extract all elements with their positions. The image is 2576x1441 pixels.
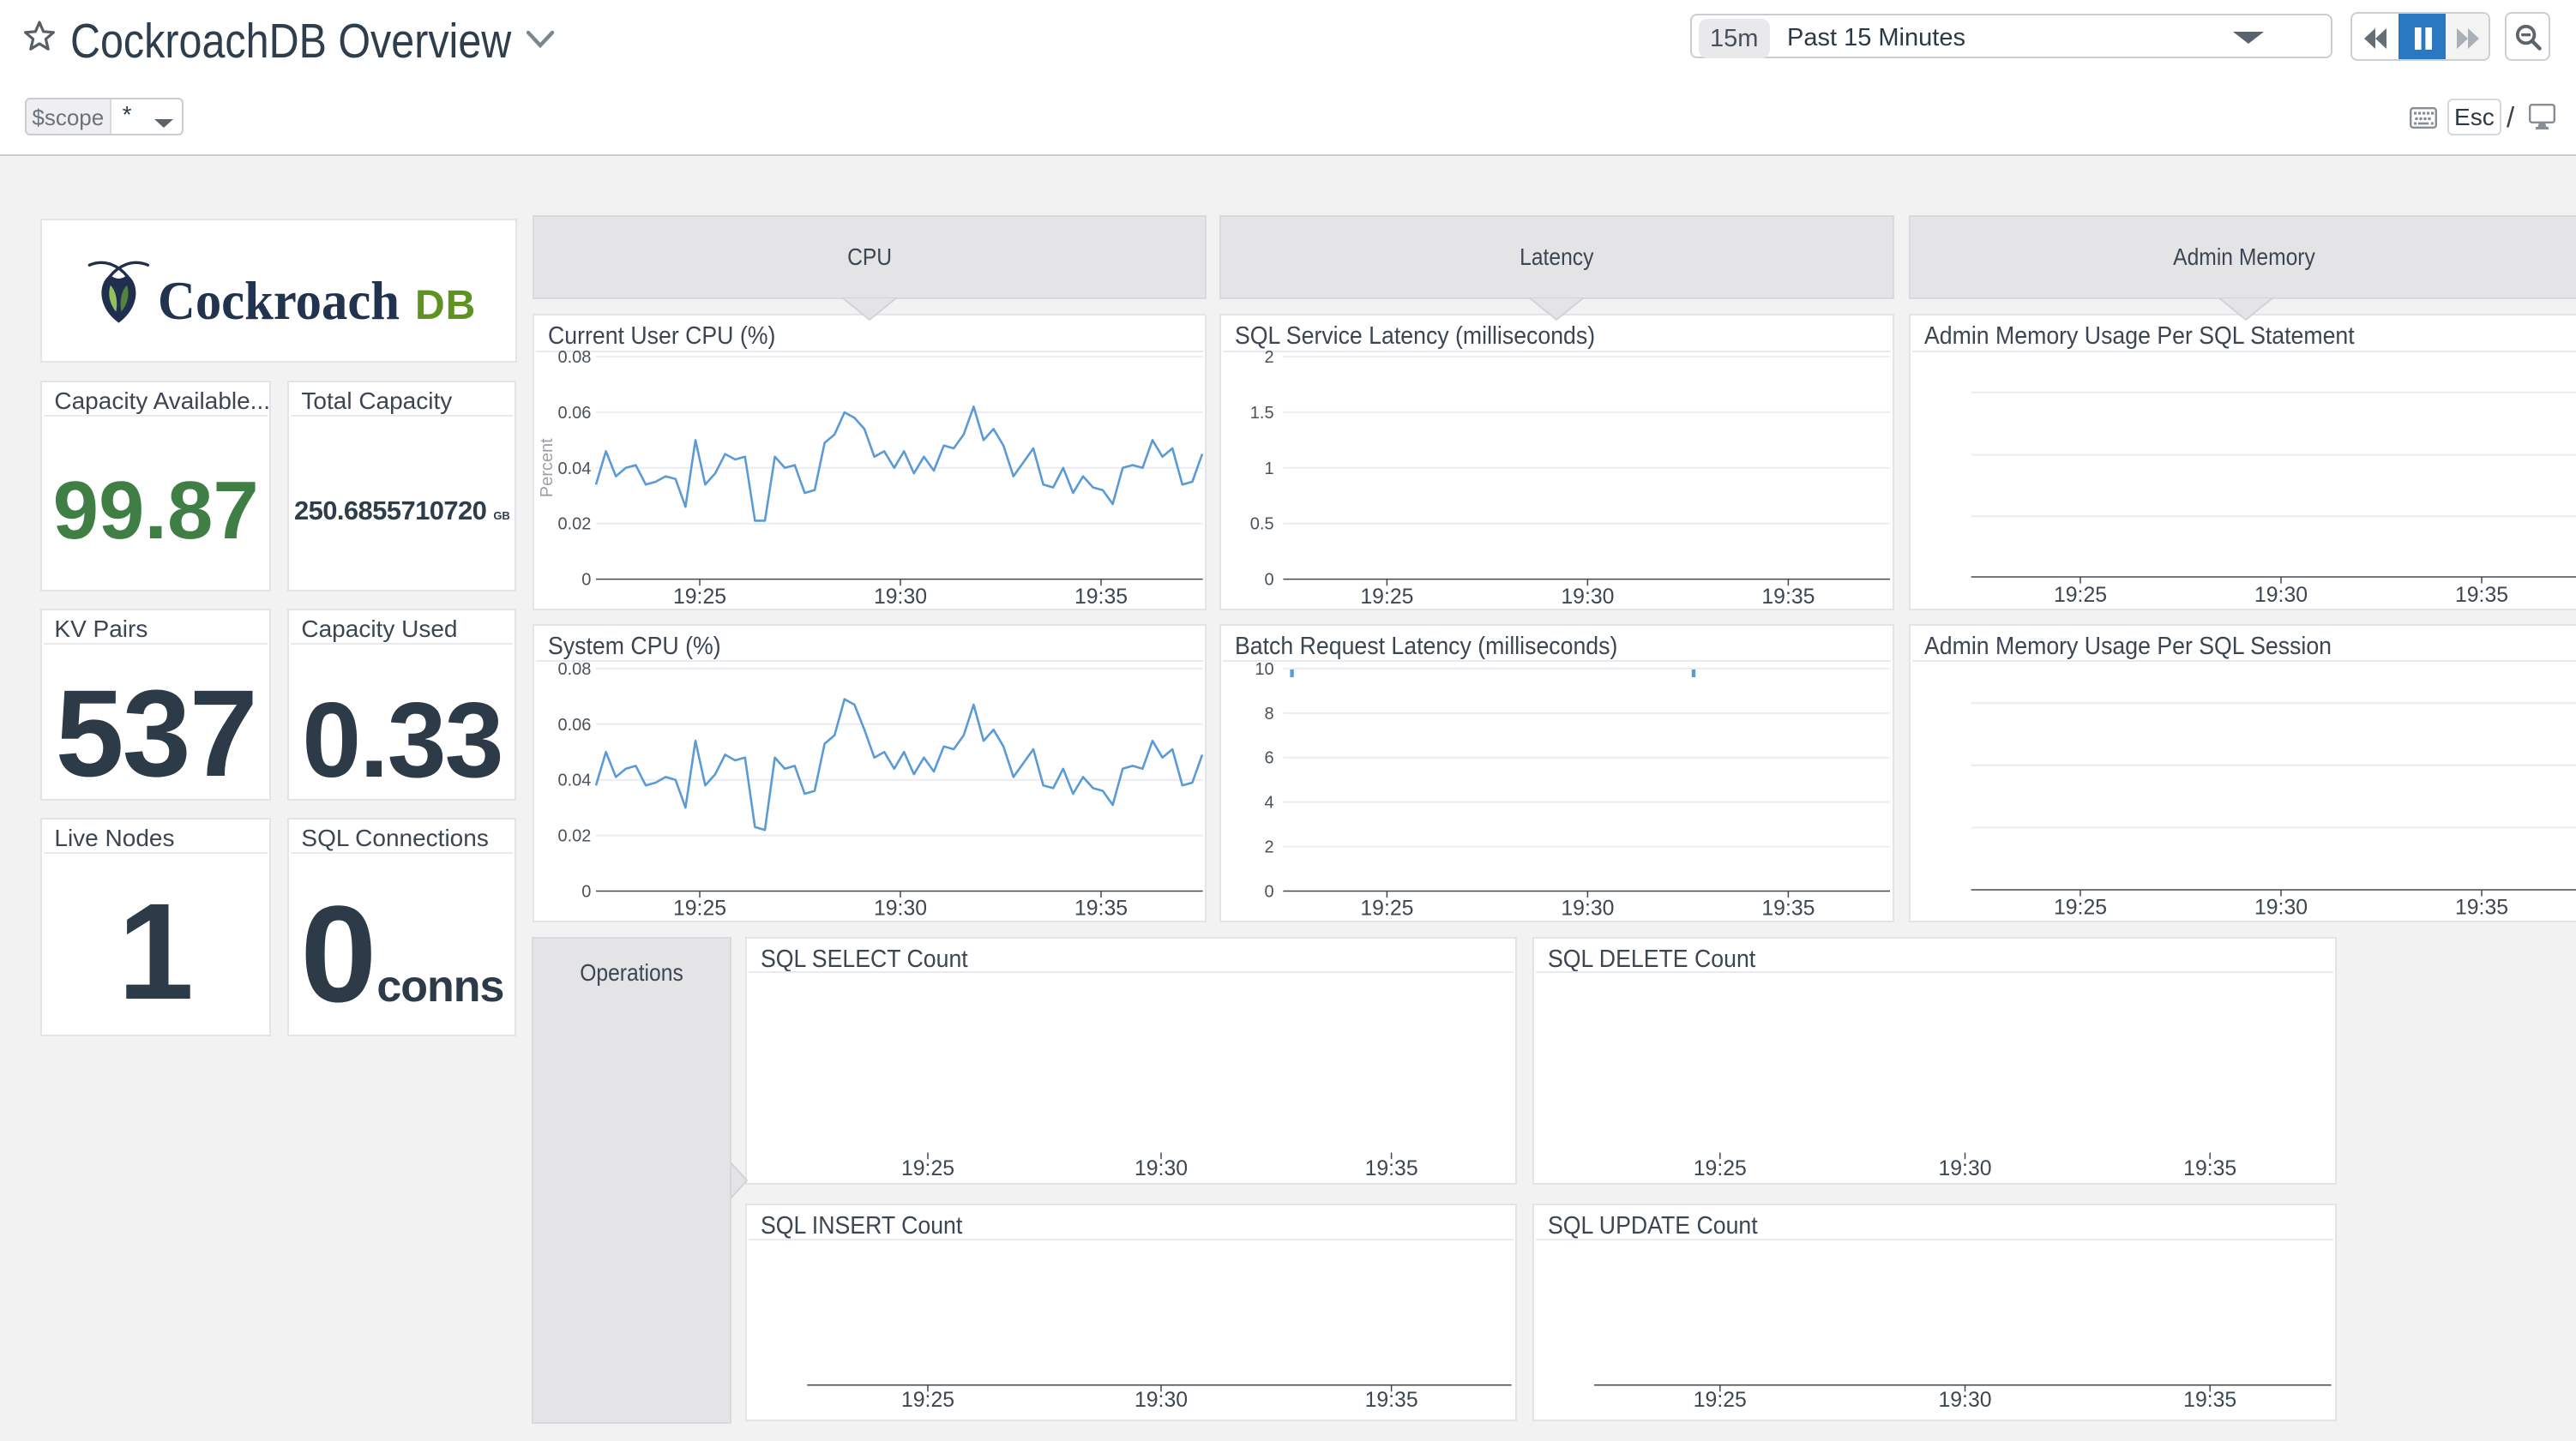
svg-text:Percent: Percent	[538, 438, 557, 497]
svg-text:19:35: 19:35	[2183, 1389, 2236, 1412]
svg-text:19:35: 19:35	[1074, 585, 1128, 609]
svg-text:19:30: 19:30	[1561, 585, 1614, 609]
svg-text:19:35: 19:35	[1761, 898, 1815, 921]
svg-text:19:30: 19:30	[1561, 898, 1614, 921]
svg-text:19:35: 19:35	[2455, 896, 2508, 919]
svg-text:19:35: 19:35	[1074, 898, 1128, 921]
svg-text:19:25: 19:25	[2054, 896, 2107, 919]
svg-text:19:25: 19:25	[901, 1157, 954, 1180]
svg-text:19:30: 19:30	[1938, 1389, 1991, 1412]
svg-text:10: 10	[1255, 660, 1273, 679]
svg-text:0.08: 0.08	[557, 348, 591, 367]
svg-text:19:25: 19:25	[1360, 898, 1413, 921]
svg-text:19:35: 19:35	[1761, 585, 1815, 609]
svg-text:19:35: 19:35	[1365, 1389, 1418, 1412]
svg-text:19:25: 19:25	[1360, 585, 1413, 609]
svg-text:0.02: 0.02	[557, 827, 591, 846]
svg-text:19:35: 19:35	[2455, 584, 2508, 607]
svg-text:6: 6	[1264, 749, 1273, 768]
svg-text:0: 0	[581, 571, 591, 590]
svg-text:2: 2	[1264, 838, 1273, 857]
svg-text:19:25: 19:25	[673, 585, 726, 609]
svg-text:0.06: 0.06	[557, 716, 591, 735]
svg-text:19:30: 19:30	[874, 585, 927, 609]
svg-text:19:25: 19:25	[901, 1389, 954, 1412]
svg-text:0.04: 0.04	[557, 459, 591, 478]
svg-text:19:25: 19:25	[673, 898, 726, 921]
svg-text:0.5: 0.5	[1250, 515, 1274, 534]
svg-text:19:30: 19:30	[1135, 1389, 1188, 1412]
svg-text:19:25: 19:25	[1694, 1157, 1747, 1180]
svg-text:19:35: 19:35	[2183, 1157, 2236, 1180]
svg-text:19:25: 19:25	[2054, 584, 2107, 607]
svg-text:0.08: 0.08	[557, 660, 591, 679]
svg-text:0: 0	[1264, 571, 1273, 590]
svg-text:2: 2	[1264, 348, 1273, 367]
svg-text:19:25: 19:25	[1694, 1389, 1747, 1412]
svg-text:0: 0	[581, 883, 591, 902]
svg-text:4: 4	[1264, 794, 1273, 813]
svg-text:1.5: 1.5	[1250, 404, 1274, 423]
svg-text:8: 8	[1264, 705, 1273, 724]
svg-text:19:30: 19:30	[1938, 1157, 1991, 1180]
svg-text:0.04: 0.04	[557, 772, 591, 790]
svg-text:0.02: 0.02	[557, 515, 591, 534]
svg-text:19:35: 19:35	[1365, 1157, 1418, 1180]
svg-text:0.06: 0.06	[557, 404, 591, 423]
svg-text:19:30: 19:30	[1135, 1157, 1188, 1180]
svg-text:1: 1	[1264, 459, 1273, 478]
svg-text:0: 0	[1264, 883, 1273, 902]
svg-text:19:30: 19:30	[874, 898, 927, 921]
svg-text:19:30: 19:30	[2254, 584, 2308, 607]
svg-text:19:30: 19:30	[2254, 896, 2308, 919]
